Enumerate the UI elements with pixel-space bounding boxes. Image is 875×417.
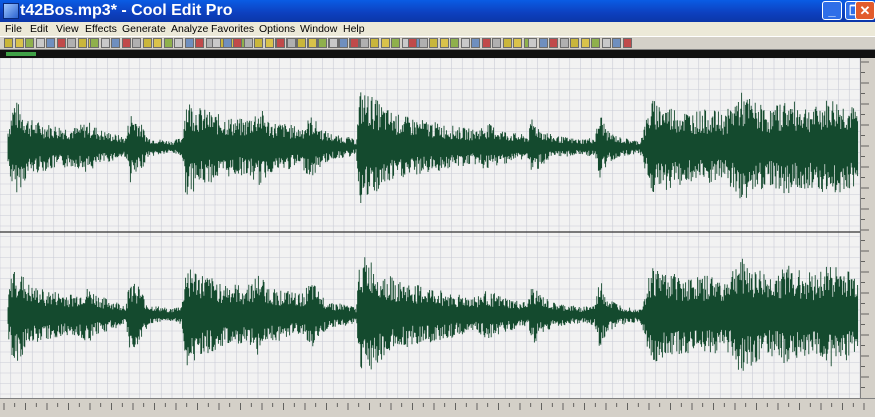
zoom-out-icon[interactable] — [408, 38, 417, 48]
menu-effects[interactable]: Effects — [85, 22, 117, 36]
record-icon[interactable] — [601, 38, 611, 48]
undo-icon[interactable] — [35, 38, 45, 48]
zoom-out-icon[interactable] — [90, 38, 99, 48]
menu-help[interactable]: Help — [343, 22, 365, 36]
minimize-button[interactable]: _ — [822, 1, 842, 20]
open-file-icon[interactable] — [4, 38, 13, 48]
time-ruler — [0, 398, 875, 410]
redo-icon[interactable] — [513, 38, 522, 48]
menu-generate[interactable]: Generate — [122, 22, 166, 36]
new-file-icon[interactable] — [142, 38, 152, 48]
loop-icon[interactable] — [591, 38, 600, 48]
stop-icon[interactable] — [580, 38, 590, 48]
play-icon[interactable] — [222, 38, 232, 48]
new-file-icon[interactable] — [318, 38, 327, 48]
redo-icon[interactable] — [46, 38, 55, 48]
open-file-icon[interactable] — [328, 38, 338, 48]
loop-icon[interactable] — [243, 38, 253, 48]
copy-icon[interactable] — [528, 38, 537, 48]
menu-bar: File Edit View Effects Generate Analyze … — [0, 22, 875, 36]
stop-icon[interactable] — [286, 38, 296, 48]
amplitude-ruler — [860, 58, 875, 398]
zoom-out-icon[interactable] — [559, 38, 569, 48]
menu-options[interactable]: Options — [259, 22, 295, 36]
amplitude-ruler-ticks — [861, 61, 869, 388]
redo-icon[interactable] — [370, 38, 379, 48]
waveform-display[interactable] — [0, 58, 860, 398]
app-icon[interactable] — [3, 3, 19, 19]
toolbar — [0, 36, 875, 50]
menu-analyze[interactable]: Analyze — [171, 22, 208, 36]
window-title: t42Bos.mp3* - Cool Edit Pro — [20, 2, 233, 19]
copy-icon[interactable] — [391, 38, 400, 48]
overview-visible-range[interactable] — [6, 52, 36, 56]
save-icon[interactable] — [481, 38, 491, 48]
save-icon[interactable] — [163, 38, 173, 48]
loop-icon[interactable] — [439, 38, 449, 48]
close-button[interactable]: ✕ — [855, 1, 875, 20]
record-icon[interactable] — [307, 38, 317, 48]
save-icon[interactable] — [14, 38, 24, 48]
zoom-in-icon[interactable] — [549, 38, 558, 48]
cut-icon[interactable] — [56, 38, 66, 48]
waveform-left-channel — [7, 92, 859, 203]
save-as-icon[interactable] — [349, 38, 359, 48]
open-file-icon[interactable] — [471, 38, 480, 48]
new-file-icon[interactable] — [264, 38, 274, 48]
new-file-icon[interactable] — [460, 38, 470, 48]
save-as-icon[interactable] — [174, 38, 183, 48]
waveform-right-channel — [7, 257, 859, 371]
record-icon[interactable] — [132, 38, 141, 48]
record-icon[interactable] — [254, 38, 263, 48]
menu-window[interactable]: Window — [300, 22, 337, 36]
record-icon[interactable] — [450, 38, 459, 48]
cut-icon[interactable] — [380, 38, 390, 48]
redo-icon[interactable] — [195, 38, 204, 48]
loop-icon[interactable] — [121, 38, 131, 48]
play-icon[interactable] — [418, 38, 428, 48]
undo-icon[interactable] — [360, 38, 369, 48]
paste-icon[interactable] — [538, 38, 548, 48]
zoom-out-icon[interactable] — [212, 38, 221, 48]
stop-icon[interactable] — [111, 38, 120, 48]
undo-icon[interactable] — [184, 38, 194, 48]
stop-icon[interactable] — [233, 38, 242, 48]
play-icon[interactable] — [570, 38, 579, 48]
menu-edit[interactable]: Edit — [30, 22, 48, 36]
new-file-icon[interactable] — [612, 38, 621, 48]
menu-favorites[interactable]: Favorites — [211, 22, 254, 36]
play-icon[interactable] — [276, 38, 285, 48]
waveform-canvas[interactable] — [0, 58, 860, 398]
menu-view[interactable]: View — [56, 22, 79, 36]
overview-bar[interactable] — [0, 50, 875, 58]
paste-icon[interactable] — [77, 38, 87, 48]
loop-icon[interactable] — [297, 38, 306, 48]
play-icon[interactable] — [100, 38, 110, 48]
stop-icon[interactable] — [429, 38, 438, 48]
open-file-icon[interactable] — [153, 38, 162, 48]
copy-icon[interactable] — [67, 38, 76, 48]
menu-file[interactable]: File — [5, 22, 22, 36]
save-icon[interactable] — [339, 38, 348, 48]
save-as-icon[interactable] — [25, 38, 34, 48]
undo-icon[interactable] — [502, 38, 512, 48]
save-as-icon[interactable] — [492, 38, 501, 48]
open-file-icon[interactable] — [622, 38, 632, 48]
title-bar: t42Bos.mp3* - Cool Edit Pro _ ❐ ✕ — [0, 0, 875, 22]
